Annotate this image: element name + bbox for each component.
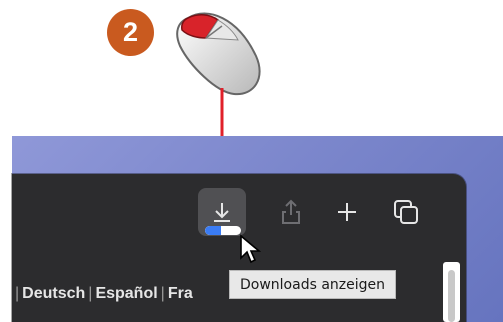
downloads-tooltip: Downloads anzeigen: [229, 270, 397, 299]
mouse-cursor-icon: [240, 234, 261, 264]
step-number-badge: 2: [107, 9, 154, 56]
language-link-deutsch[interactable]: Deutsch: [22, 285, 85, 303]
language-separator: |: [88, 285, 93, 302]
language-links: | Deutsch | Español | Fra: [12, 282, 227, 306]
scrollbar-thumb[interactable]: [448, 270, 455, 322]
download-arrow-icon: [214, 203, 230, 222]
tabs-overview-button[interactable]: [386, 192, 426, 232]
language-separator: |: [15, 285, 20, 302]
download-progress-bar: [205, 226, 241, 235]
tabs-overview-icon: [394, 200, 418, 224]
scrollbar[interactable]: [443, 262, 460, 322]
download-progress-fill: [205, 226, 222, 235]
language-link-espanol[interactable]: Español: [95, 285, 157, 303]
browser-window: Downloads anzeigen | Deutsch | Español |…: [12, 174, 466, 322]
new-tab-button[interactable]: [327, 192, 367, 232]
mouse-click-illustration: [176, 12, 261, 96]
language-link-francais[interactable]: Fra: [168, 285, 193, 303]
share-icon: [282, 199, 300, 224]
share-button[interactable]: [271, 192, 311, 232]
language-separator: |: [160, 285, 165, 302]
plus-icon: [338, 203, 356, 221]
